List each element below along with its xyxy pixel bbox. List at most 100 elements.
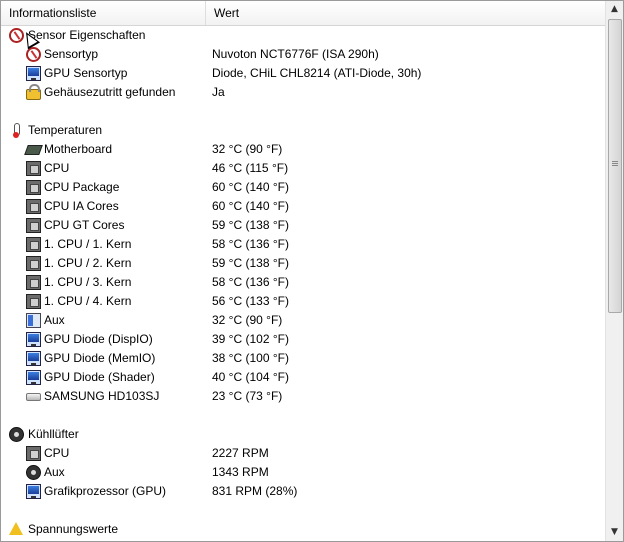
cpu-icon <box>26 275 41 290</box>
cpu-icon <box>26 446 41 461</box>
cpu-icon <box>26 237 41 252</box>
column-header-value[interactable]: Wert <box>206 1 605 25</box>
list-item[interactable]: Aux 1343 RPM <box>1 463 605 482</box>
item-value: Ja <box>212 85 225 99</box>
scrollbar-thumb[interactable] <box>608 19 622 313</box>
list-item[interactable]: GPU Diode (MemIO) 38 °C (100 °F) <box>1 349 605 368</box>
list-item[interactable]: GPU Diode (DispIO) 39 °C (102 °F) <box>1 330 605 349</box>
list-item[interactable]: SAMSUNG HD103SJ 23 °C (73 °F) <box>1 387 605 406</box>
list-item[interactable]: CPU Package 60 °C (140 °F) <box>1 178 605 197</box>
thumb-grip-icon <box>612 161 618 162</box>
information-list[interactable]: Sensor Eigenschaften Sensortyp Nuvoton NCT… <box>1 26 605 541</box>
item-value: 1343 RPM <box>212 465 269 479</box>
list-item[interactable]: Grafikprozessor (GPU) 831 RPM (28%) <box>1 482 605 501</box>
monitor-icon <box>26 370 41 385</box>
item-label: Aux <box>44 465 65 479</box>
sensor-window: Informationsliste Wert Sensor Eigenschaf… <box>0 0 624 542</box>
list-item[interactable]: CPU IA Cores 60 °C (140 °F) <box>1 197 605 216</box>
item-label: SAMSUNG HD103SJ <box>44 389 160 403</box>
cpu-icon <box>26 218 41 233</box>
item-label: Spannungswerte <box>28 522 119 536</box>
item-value: Nuvoton NCT6776F (ISA 290h) <box>212 47 379 61</box>
list-group-header[interactable]: Temperaturen <box>1 121 605 140</box>
column-header-information[interactable]: Informationsliste <box>1 1 206 25</box>
item-value: 39 °C (102 °F) <box>212 332 289 346</box>
item-label: 1. CPU / 1. Kern <box>44 237 132 251</box>
item-label: 1. CPU / 3. Kern <box>44 275 132 289</box>
sensor-icon <box>26 47 41 62</box>
item-label: CPU <box>44 161 70 175</box>
list-item[interactable]: GPU Sensortyp Diode, CHiL CHL8214 (ATI-Di… <box>1 64 605 83</box>
scroll-down-button[interactable]: ▼ <box>606 524 623 541</box>
item-value: 58 °C (136 °F) <box>212 237 289 251</box>
warning-icon <box>9 522 23 535</box>
list-group-header[interactable]: Kühllüfter <box>1 425 605 444</box>
item-value: 38 °C (100 °F) <box>212 351 289 365</box>
list-item[interactable]: 1. CPU / 3. Kern 58 °C (136 °F) <box>1 273 605 292</box>
list-header: Informationsliste Wert <box>1 1 605 26</box>
item-value: 46 °C (115 °F) <box>212 161 289 175</box>
item-label: 1. CPU / 4. Kern <box>44 294 132 308</box>
item-value: 58 °C (136 °F) <box>212 275 289 289</box>
item-label: CPU Package <box>44 180 120 194</box>
item-label: GPU Diode (DispIO) <box>44 332 153 346</box>
monitor-icon <box>26 66 41 81</box>
item-value: 831 RPM (28%) <box>212 484 298 498</box>
fan-icon <box>9 427 24 442</box>
cpu-icon <box>26 199 41 214</box>
item-value: 32 °C (90 °F) <box>212 142 283 156</box>
item-value: 56 °C (133 °F) <box>212 294 289 308</box>
item-label: CPU IA Cores <box>44 199 119 213</box>
list-group-header[interactable]: Spannungswerte <box>1 520 605 539</box>
motherboard-icon <box>24 145 43 155</box>
list-item[interactable]: GPU Diode (Shader) 40 °C (104 °F) <box>1 368 605 387</box>
item-label: Sensor Eigenschaften <box>28 28 146 42</box>
list-item[interactable]: CPU 2227 RPM <box>1 444 605 463</box>
item-label: 1. CPU / 2. Kern <box>44 256 132 270</box>
vertical-scrollbar[interactable]: ▲ ▼ <box>605 1 623 541</box>
list-item[interactable]: 1. CPU / 4. Kern 56 °C (133 °F) <box>1 292 605 311</box>
list-item[interactable]: 1. CPU / 2. Kern 59 °C (138 °F) <box>1 254 605 273</box>
item-value: 40 °C (104 °F) <box>212 370 289 384</box>
cpu-icon <box>26 256 41 271</box>
cpu-icon <box>26 161 41 176</box>
list-item[interactable]: Gehäusezutritt gefunden Ja <box>1 83 605 102</box>
item-label: Gehäusezutritt gefunden <box>44 85 176 99</box>
item-label: CPU GT Cores <box>44 218 125 232</box>
item-label: GPU Sensortyp <box>44 66 128 80</box>
list-item[interactable]: CPU GT Cores 59 °C (138 °F) <box>1 216 605 235</box>
cpu-icon <box>26 180 41 195</box>
item-label: GPU Diode (Shader) <box>44 370 155 384</box>
list-item[interactable]: Sensortyp Nuvoton NCT6776F (ISA 290h) <box>1 45 605 64</box>
cpu-icon <box>26 294 41 309</box>
fan-icon <box>26 465 41 480</box>
list-group-header[interactable]: Sensor Eigenschaften <box>1 26 605 45</box>
list-item[interactable]: Motherboard 32 °C (90 °F) <box>1 140 605 159</box>
monitor-icon <box>26 351 41 366</box>
item-value: 59 °C (138 °F) <box>212 256 289 270</box>
disk-icon <box>26 393 41 401</box>
item-label: Sensortyp <box>44 47 99 61</box>
item-label: CPU <box>44 446 70 460</box>
item-value: 60 °C (140 °F) <box>212 180 289 194</box>
item-label: Grafikprozessor (GPU) <box>44 484 167 498</box>
monitor-icon <box>26 332 41 347</box>
item-value: 2227 RPM <box>212 446 269 460</box>
lock-icon <box>26 84 41 100</box>
item-value: 59 °C (138 °F) <box>212 218 289 232</box>
list-item[interactable]: Aux 32 °C (90 °F) <box>1 311 605 330</box>
item-value: Diode, CHiL CHL8214 (ATI-Diode, 30h) <box>212 66 422 80</box>
list-item[interactable]: 1. CPU / 1. Kern 58 °C (136 °F) <box>1 235 605 254</box>
list-item[interactable]: CPU 46 °C (115 °F) <box>1 159 605 178</box>
item-value: 60 °C (140 °F) <box>212 199 289 213</box>
monitor-icon <box>26 484 41 499</box>
item-label: Motherboard <box>44 142 113 156</box>
thermometer-icon <box>12 123 20 138</box>
item-label: Kühllüfter <box>28 427 79 441</box>
item-label: GPU Diode (MemIO) <box>44 351 156 365</box>
scroll-up-button[interactable]: ▲ <box>606 1 623 18</box>
item-value: 32 °C (90 °F) <box>212 313 283 327</box>
